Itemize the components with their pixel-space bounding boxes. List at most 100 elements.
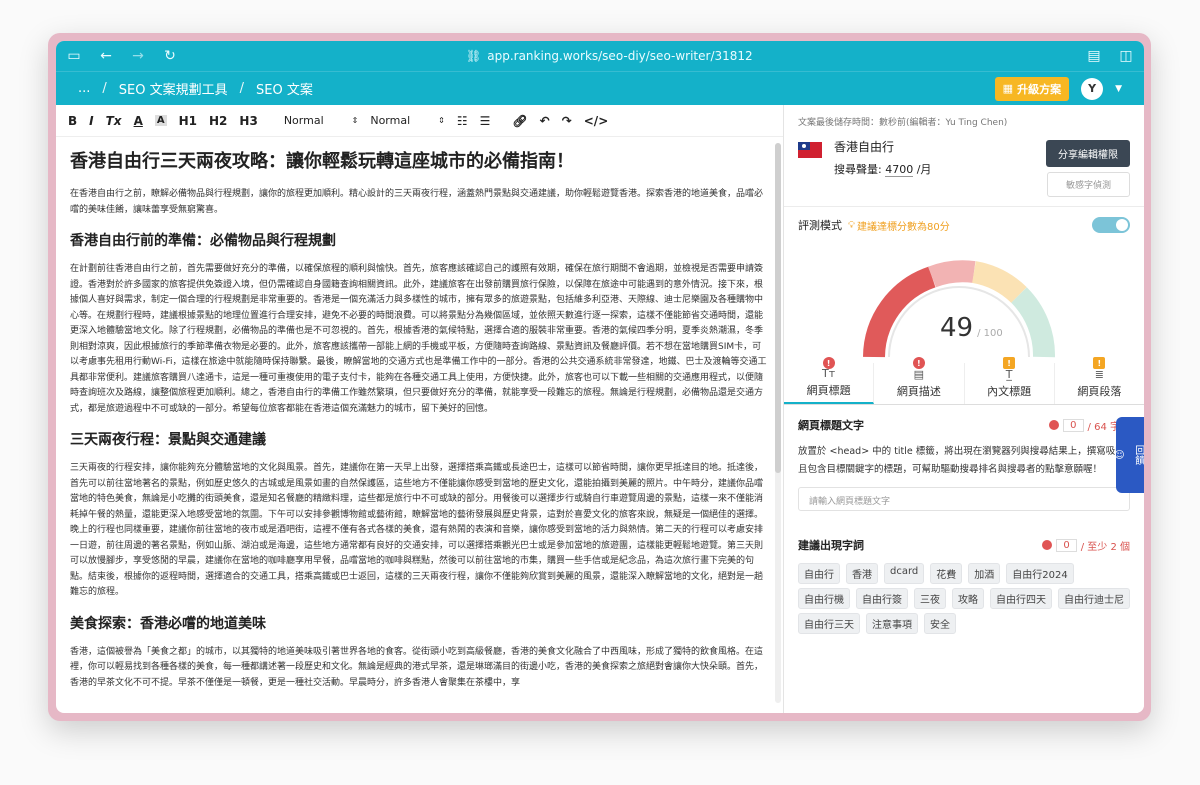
font-select-value: Normal bbox=[283, 114, 324, 127]
search-volume: 搜尋聲量: 4700 /月 bbox=[834, 161, 931, 177]
keyword-tag[interactable]: dcard bbox=[884, 563, 925, 584]
lightbulb-icon: 💡︎ bbox=[848, 219, 855, 231]
updown-icon: ⇕ bbox=[351, 116, 359, 125]
undo-icon[interactable]: ↶ bbox=[540, 114, 550, 128]
keyword-tag[interactable]: 自由行機 bbox=[798, 588, 850, 609]
breadcrumb-parent[interactable]: SEO 文案規劃工具 bbox=[119, 79, 228, 98]
keyword-tags: 自由行 香港 dcard 花費 加酒 自由行2024 自由行機 自由行簽 三夜 … bbox=[798, 563, 1130, 634]
description-icon: ▤ bbox=[913, 368, 925, 381]
score-number: 49 bbox=[940, 313, 974, 343]
sidebar-toggle-icon[interactable]: ▭ bbox=[66, 48, 82, 64]
keyword-tag[interactable]: 三夜 bbox=[914, 588, 946, 609]
seo-panel: 文案最後儲存時間：數秒前(編輯者：Yu Ting Chen) 香港自由行 搜尋聲… bbox=[784, 105, 1144, 713]
document-content[interactable]: 香港自由行三天兩夜攻略：讓你輕鬆玩轉這座城市的必備指南！ 在香港自由行之前，瞭解… bbox=[56, 137, 783, 713]
updown-icon: ⇕ bbox=[438, 116, 445, 125]
size-select[interactable]: Normal ⇕ bbox=[370, 114, 445, 127]
feedback-tab[interactable]: 回饋 ☺ bbox=[1114, 417, 1144, 493]
app-header: ... / SEO 文案規劃工具 / SEO 文案 ▦ 升級方案 Y ▼ bbox=[56, 71, 1144, 105]
font-select[interactable]: Normal ⇕ bbox=[284, 114, 359, 127]
error-dot-icon bbox=[1042, 540, 1053, 550]
error-dot-icon bbox=[1049, 420, 1060, 430]
keyword-tag[interactable]: 自由行三天 bbox=[798, 613, 860, 634]
title-description: 放置於 <head> 中的 title 標籤，將出現在瀏覽器列與搜尋結果上，撰寫… bbox=[798, 446, 1125, 475]
search-volume-unit: /月 bbox=[916, 163, 932, 176]
avatar[interactable]: Y bbox=[1081, 77, 1104, 100]
sensitive-word-button[interactable]: 敏感字偵測 bbox=[1046, 172, 1130, 197]
tab-page-title[interactable]: ! Tт 網頁標題 bbox=[784, 357, 875, 404]
share-edit-button[interactable]: 分享編輯權限 bbox=[1046, 140, 1130, 167]
breadcrumb: ... / SEO 文案規劃工具 / SEO 文案 bbox=[78, 79, 313, 98]
mode-label: 評測模式 bbox=[798, 219, 842, 232]
text-color-button[interactable]: A bbox=[134, 114, 143, 128]
split-view-icon[interactable]: ◫ bbox=[1118, 48, 1134, 64]
reader-icon[interactable]: ▤ bbox=[1086, 48, 1102, 64]
code-icon[interactable]: </> bbox=[584, 114, 609, 128]
warning-badge: ! bbox=[1093, 357, 1106, 369]
keyword-tag[interactable]: 注意事項 bbox=[866, 613, 918, 634]
editor-scrollbar[interactable] bbox=[775, 143, 781, 703]
browser-window: ▭ ← → ↻ ⛓ app.ranking.works/seo-diy/seo-… bbox=[56, 41, 1144, 713]
tab-page-paragraphs[interactable]: ! ≣ 網頁段落 bbox=[1055, 357, 1144, 404]
keywords-count: 0 / 至少 2 個 bbox=[1042, 538, 1130, 553]
address-bar[interactable]: ⛓ app.ranking.works/seo-diy/seo-writer/3… bbox=[466, 41, 753, 71]
tab-label: 網頁段落 bbox=[1077, 385, 1122, 398]
keyword-tag[interactable]: 攻略 bbox=[952, 588, 984, 609]
score-max: / 100 bbox=[977, 328, 1003, 339]
link-icon[interactable]: 🔗︎ bbox=[512, 114, 527, 128]
ordered-list-icon[interactable]: ☷ bbox=[457, 114, 468, 128]
scrollbar-thumb[interactable] bbox=[775, 143, 781, 473]
keyword-tag[interactable]: 自由行 bbox=[798, 563, 840, 584]
forward-icon[interactable]: → bbox=[130, 48, 146, 64]
intro-paragraph: 在香港自由行之前，瞭解必備物品與行程規劃，讓你的旅程更加順利。精心設計的三天兩夜… bbox=[70, 189, 764, 215]
score-tabs: ! Tт 網頁標題 ! ▤ 網頁描述 ! T̲ 內文標題 ! ≣ 網頁段落 bbox=[784, 357, 1144, 405]
search-volume-label: 搜尋聲量: bbox=[834, 163, 882, 176]
mode-toggle[interactable] bbox=[1092, 217, 1130, 233]
gauge-arc bbox=[863, 260, 1055, 358]
keywords-section: 建議出現字詞 0 / 至少 2 個 自由行 香港 dcard 花費 加酒 自由行… bbox=[784, 511, 1144, 634]
keyword-tag[interactable]: 自由行2024 bbox=[1006, 563, 1074, 584]
back-icon[interactable]: ← bbox=[98, 48, 114, 64]
title-count-value: 0 bbox=[1063, 418, 1084, 432]
tab-content-headings[interactable]: ! T̲ 內文標題 bbox=[965, 357, 1055, 404]
taiwan-flag-icon bbox=[798, 142, 822, 158]
chevron-down-icon[interactable]: ▼ bbox=[1115, 84, 1122, 94]
redo-icon[interactable]: ↷ bbox=[562, 114, 572, 128]
keyword-tag[interactable]: 自由行四天 bbox=[990, 588, 1052, 609]
warning-badge: ! bbox=[1003, 357, 1016, 369]
keyword-tag[interactable]: 加酒 bbox=[968, 563, 1001, 584]
keyword-tag[interactable]: 香港 bbox=[846, 563, 878, 584]
keyword-tag[interactable]: 自由行迪士尼 bbox=[1058, 588, 1130, 609]
h1-button[interactable]: H1 bbox=[179, 114, 197, 128]
tab-label: 內文標題 bbox=[987, 385, 1032, 398]
breadcrumb-separator: / bbox=[239, 81, 245, 96]
saved-status: 文案最後儲存時間：數秒前(編輯者：Yu Ting Chen) bbox=[798, 118, 1008, 128]
heading-icon: T̲ bbox=[1005, 368, 1013, 381]
breadcrumb-root[interactable]: ... bbox=[78, 81, 90, 96]
mode-tip: 建議達標分數為80分 bbox=[857, 221, 950, 233]
tab-page-description[interactable]: ! ▤ 網頁描述 bbox=[874, 357, 965, 404]
evaluation-mode-row: 評測模式 💡︎ 建議達標分數為80分 bbox=[784, 207, 1144, 243]
breadcrumb-current: SEO 文案 bbox=[256, 83, 313, 98]
page-title-input[interactable]: 請輸入網頁標題文字 bbox=[798, 487, 1130, 511]
section-heading: 香港自由行前的準備：必備物品與行程規劃 bbox=[70, 233, 336, 249]
bold-button[interactable]: B bbox=[68, 114, 77, 128]
tab-label: 網頁標題 bbox=[806, 384, 851, 397]
score-value: 49/ 100 bbox=[940, 313, 1003, 343]
clear-format-button[interactable]: Tx bbox=[106, 114, 122, 128]
h2-button[interactable]: H2 bbox=[209, 114, 227, 128]
keyword-name: 香港自由行 bbox=[834, 140, 895, 154]
h3-button[interactable]: H3 bbox=[239, 114, 257, 128]
keyword-tag[interactable]: 安全 bbox=[924, 613, 956, 634]
italic-button[interactable]: I bbox=[89, 114, 93, 128]
keyword-tag[interactable]: 花費 bbox=[930, 563, 963, 584]
background-color-button[interactable]: A bbox=[154, 115, 167, 126]
section-heading: 美食探索：香港必嚐的地道美味 bbox=[70, 615, 266, 632]
bullet-list-icon[interactable]: ☰ bbox=[480, 114, 491, 128]
keyword-tag[interactable]: 自由行簽 bbox=[856, 588, 908, 609]
link-icon: ⛓ bbox=[466, 49, 482, 63]
reload-icon[interactable]: ↻ bbox=[162, 48, 178, 64]
error-badge: ! bbox=[912, 357, 925, 369]
upgrade-button[interactable]: ▦ 升級方案 bbox=[994, 76, 1070, 101]
keywords-heading: 建議出現字詞 bbox=[798, 539, 864, 552]
feedback-label: 回饋 bbox=[1132, 445, 1144, 465]
